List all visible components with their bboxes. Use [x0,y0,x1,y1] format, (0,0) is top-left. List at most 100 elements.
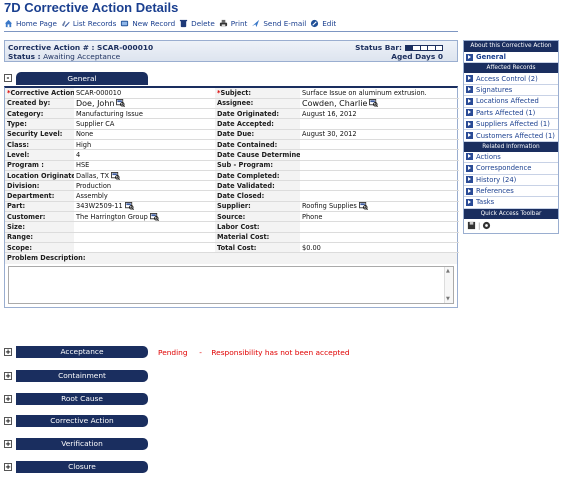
list-icon [61,20,70,27]
closure-expand-toggle[interactable]: + [4,463,12,471]
root-cause-expand-toggle[interactable]: + [4,395,12,403]
edit-button[interactable]: Edit [310,19,336,28]
field-value: Production [74,180,215,192]
field-row: *Corrective Action #:SCAR-000010*Subject… [5,88,459,99]
lookup-icon[interactable] [369,99,379,108]
related-information-header: Related Information [464,141,558,152]
field-value: $0.00 [300,242,459,254]
containment-expand-toggle[interactable]: + [4,372,12,380]
field-label: Division: [5,180,74,192]
problem-description-label: Problem Description: [5,253,457,264]
acceptance-expand-toggle[interactable]: + [4,348,12,356]
sidebar-item-locations-affected[interactable]: Locations Affected [464,96,558,108]
sidebar-item-references[interactable]: References [464,186,558,198]
field-label: Scope: [5,242,74,254]
save-icon[interactable] [467,221,476,230]
field-value: Phone [300,211,459,223]
field-label: Source: [215,211,300,223]
scroll-down-icon[interactable]: ▼ [446,296,450,302]
main-content: Corrective Action # : SCAR-000010 Status… [4,40,459,308]
field-value: HSE [74,160,215,171]
lookup-icon[interactable] [358,202,368,211]
field-row: Security Level: None Date Due: August 30, 2… [5,129,459,140]
general-collapse-toggle[interactable]: - [4,74,12,82]
sidebar-item-general[interactable]: General [464,52,558,64]
ca-number: SCAR-000010 [97,43,154,52]
gear-icon[interactable] [482,221,491,230]
sidebar-item-correspondence[interactable]: Correspondence [464,163,558,175]
field-label: Created by: [5,98,74,110]
aged-days-value: 0 [437,52,443,61]
status-bar-progress [405,44,443,51]
list-records-button[interactable]: List Records [61,19,116,28]
home-page-button[interactable]: Home Page [4,19,57,28]
section-corrective-action: + Corrective Action [4,414,424,428]
textarea-scrollbar[interactable]: ▲ ▼ [444,266,453,303]
field-value: None [74,129,215,140]
sidebar-item-signatures[interactable]: Signatures [464,85,558,97]
sidebar-item-tasks[interactable]: Tasks [464,197,558,209]
sidebar-item-suppliers-affected[interactable]: Suppliers Affected (1) [464,119,558,131]
problem-description-textarea[interactable]: ▲ ▼ [8,265,454,304]
arrow-right-icon [466,164,473,172]
arrow-right-icon [466,109,473,117]
tab-verification[interactable]: Verification [16,438,148,450]
field-value: High [74,139,215,151]
tab-acceptance[interactable]: Acceptance [16,346,148,358]
sidebar-item-access-control[interactable]: Access Control (2) [464,73,558,85]
field-label: Labor Cost: [215,221,300,233]
arrow-right-icon [466,97,473,105]
delete-button[interactable]: Delete [179,19,215,28]
sidebar-item-customers-affected[interactable]: Customers Affected (1) [464,130,558,142]
general-panel: *Corrective Action #:SCAR-000010*Subject… [4,86,459,308]
field-value: August 30, 2012 [300,129,459,140]
sidebar-item-actions[interactable]: Actions [464,152,558,164]
lookup-icon[interactable] [149,212,159,221]
sidebar-item-history[interactable]: History (24) [464,175,558,186]
aged-days: Aged Days 0 [391,52,443,61]
edit-label: Edit [322,18,337,28]
status-value: Awaiting Acceptance [43,52,121,61]
field-label: Total Cost: [215,242,300,254]
field-value [300,232,459,243]
arrow-right-icon [466,153,473,161]
new-record-button[interactable]: New Record [120,19,175,28]
field-row: Department: Assembly Date Closed: [5,190,459,202]
field-row: Level: 4 Date Cause Determined: [5,149,459,161]
new-record-icon [121,20,129,26]
lookup-icon[interactable] [116,99,126,108]
page-title: 7D Corrective Action Details [4,0,179,15]
field-value: Dallas, TX [74,170,215,182]
sidebar-title: About this Corrective Action [464,41,558,52]
tab-closure[interactable]: Closure [16,461,148,473]
field-label: Assignee: [215,98,300,110]
pending-status: Pending - Responsibility has not been ac… [158,348,350,357]
corrective-action-expand-toggle[interactable]: + [4,417,12,425]
send-email-button[interactable]: Send E-mail [251,19,306,28]
print-button[interactable]: Print [219,19,247,28]
field-label: Department: [5,190,74,202]
record-summary-band: Corrective Action # : SCAR-000010 Status… [4,40,458,62]
toolbar: Home Page List Records New Record Delete… [4,17,336,29]
sidebar-item-parts-affected[interactable]: Parts Affected (1) [464,108,558,119]
lookup-icon[interactable] [111,171,120,180]
tab-root-cause[interactable]: Root Cause [16,393,148,405]
verification-expand-toggle[interactable]: + [4,440,12,448]
field-label: Date Contained: [215,139,300,151]
lookup-icon[interactable] [124,202,134,211]
field-label: Date Cause Determined: [215,149,300,161]
field-label: Program : [5,160,74,171]
field-row: Program : HSE Sub - Program: [5,160,459,171]
field-label: Date Completed: [215,170,300,182]
field-label: Type: [5,118,74,130]
section-root-cause: + Root Cause [4,392,424,406]
field-value [74,221,215,233]
field-label: Size: [5,221,74,233]
field-label: Sub - Program: [215,160,300,171]
section-verification: + Verification [4,437,424,451]
scroll-up-icon[interactable]: ▲ [446,268,450,274]
tab-corrective-action[interactable]: Corrective Action [16,415,148,427]
tab-general[interactable]: General [16,72,148,85]
list-records-label: List Records [72,18,117,28]
tab-containment[interactable]: Containment [16,370,148,382]
